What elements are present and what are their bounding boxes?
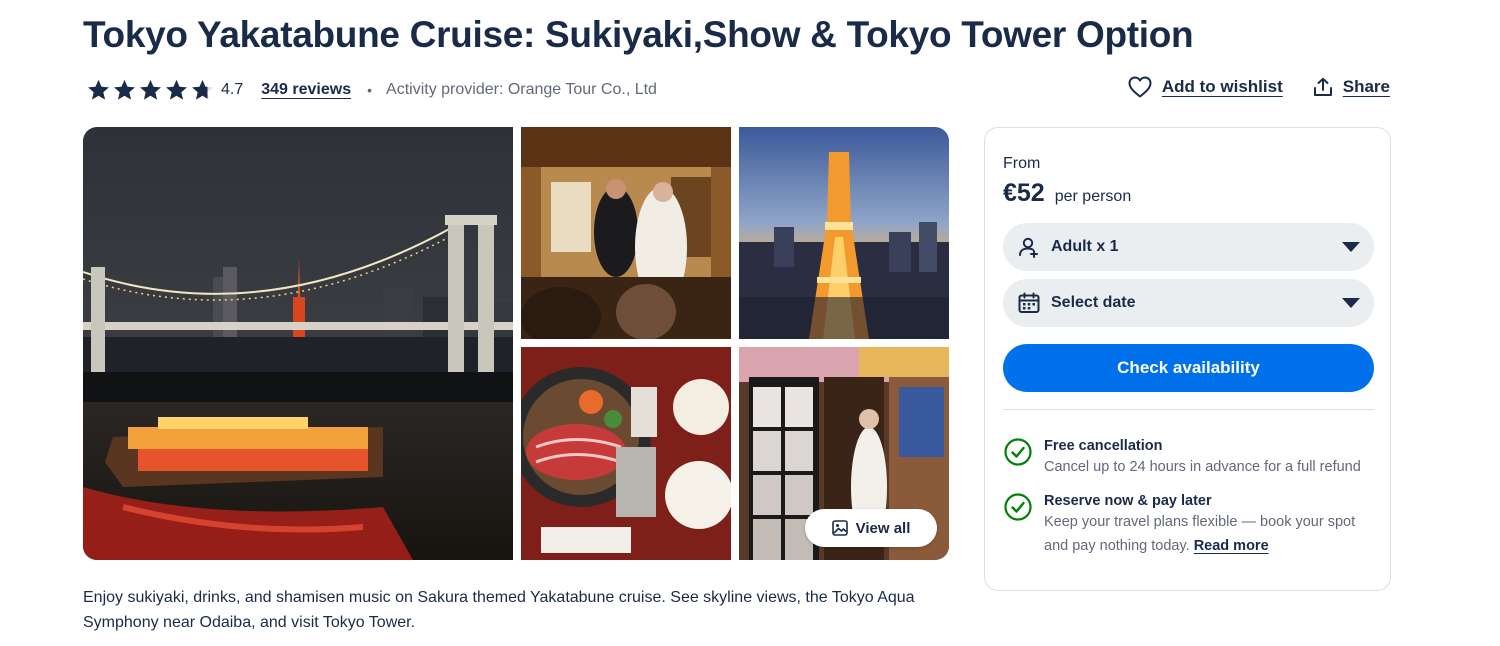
perk-reserve-now: Reserve now & pay later Keep your travel… bbox=[1003, 492, 1374, 558]
price-row: €52 per person bbox=[1003, 179, 1131, 208]
participants-value: Adult x 1 bbox=[1051, 238, 1119, 255]
calendar-icon bbox=[1018, 292, 1040, 313]
share-label: Share bbox=[1342, 77, 1390, 96]
add-to-wishlist-button[interactable]: Add to wishlist bbox=[1128, 76, 1283, 98]
image-icon bbox=[831, 520, 848, 536]
price-from-label: From bbox=[1003, 155, 1041, 172]
read-more-link[interactable]: Read more bbox=[1194, 538, 1269, 554]
perk-free-cancellation: Free cancellation Cancel up to 24 hours … bbox=[1003, 437, 1374, 479]
perk-title: Free cancellation bbox=[1044, 438, 1163, 454]
date-placeholder: Select date bbox=[1051, 294, 1136, 311]
perk-body: Keep your travel plans flexible — book y… bbox=[1044, 510, 1374, 558]
separator-dot: • bbox=[367, 82, 373, 98]
rating-stars bbox=[86, 78, 215, 103]
star-icon bbox=[88, 79, 109, 100]
check-availability-button[interactable]: Check availability bbox=[1003, 344, 1374, 392]
reviews-link[interactable]: 349 reviews bbox=[261, 81, 351, 99]
wishlist-label: Add to wishlist bbox=[1161, 77, 1283, 96]
heart-icon bbox=[1128, 76, 1152, 98]
header-actions: Add to wishlist Share bbox=[1128, 76, 1390, 98]
share-icon bbox=[1313, 77, 1332, 96]
rating-bar: 4.7 349 reviews • Activity provider: Ora… bbox=[86, 77, 657, 103]
booking-card: From €52 per person Adult x 1 Select dat… bbox=[984, 127, 1391, 591]
share-button[interactable]: Share bbox=[1313, 77, 1390, 97]
star-icon bbox=[114, 79, 135, 100]
card-divider bbox=[1003, 409, 1374, 410]
activity-description: Enjoy sukiyaki, drinks, and shamisen mus… bbox=[83, 589, 915, 631]
star-icon bbox=[192, 79, 213, 100]
activity-provider: Activity provider: Orange Tour Co., Ltd bbox=[386, 81, 657, 98]
caret-down-icon bbox=[1342, 242, 1360, 252]
price-value: €52 bbox=[1003, 179, 1045, 207]
date-select[interactable]: Select date bbox=[1003, 279, 1374, 327]
price-unit: per person bbox=[1054, 188, 1132, 205]
rating-value: 4.7 bbox=[221, 81, 244, 98]
gallery-photo-main[interactable] bbox=[83, 127, 513, 560]
view-all-label: View all bbox=[855, 519, 911, 537]
perk-title: Reserve now & pay later bbox=[1044, 493, 1212, 509]
check-circle-icon bbox=[1004, 438, 1032, 466]
gallery-photo-shamisen-show[interactable] bbox=[521, 127, 731, 339]
check-circle-icon bbox=[1004, 493, 1032, 521]
star-icon bbox=[140, 79, 161, 100]
perk-body: Cancel up to 24 hours in advance for a f… bbox=[1044, 459, 1361, 475]
caret-down-icon bbox=[1342, 298, 1360, 308]
participants-select[interactable]: Adult x 1 bbox=[1003, 223, 1374, 271]
gallery-photo-tokyo-tower[interactable] bbox=[739, 127, 949, 339]
page-title: Tokyo Yakatabune Cruise: Sukiyaki,Show &… bbox=[83, 14, 1194, 55]
photo-gallery: View all bbox=[83, 127, 949, 560]
gallery-photo-sukiyaki[interactable] bbox=[521, 347, 731, 560]
star-icon bbox=[166, 79, 187, 100]
view-all-photos-button[interactable]: View all bbox=[805, 509, 937, 547]
user-icon bbox=[1019, 237, 1038, 258]
